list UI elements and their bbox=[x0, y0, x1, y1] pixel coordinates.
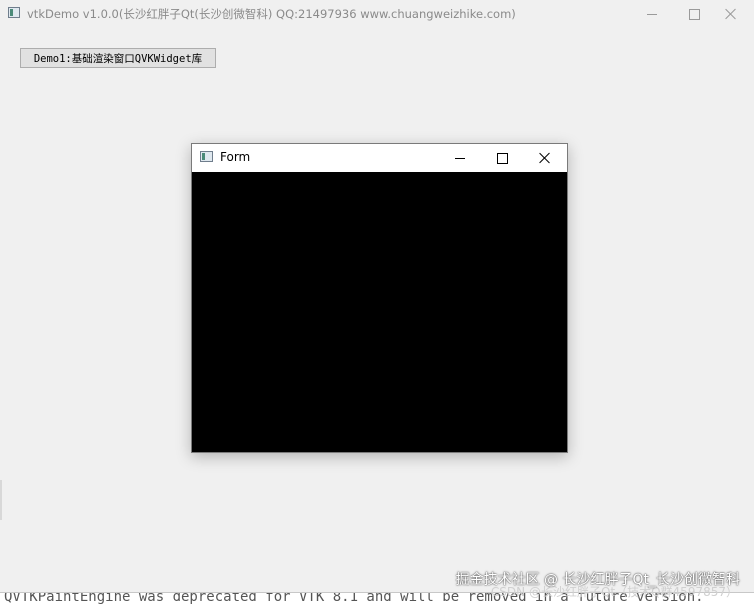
form-window[interactable]: Form bbox=[191, 143, 568, 453]
vtk-render-area[interactable] bbox=[192, 172, 567, 452]
close-button[interactable] bbox=[708, 0, 754, 28]
window-edge bbox=[0, 480, 2, 520]
maximize-icon bbox=[688, 8, 700, 20]
form-close-button[interactable] bbox=[524, 144, 566, 172]
watermark-juejin: 掘金技术社区 @ 长沙红胖子Qt_长沙创微智科 bbox=[455, 572, 740, 588]
form-maximize-button[interactable] bbox=[481, 144, 523, 172]
demo1-button[interactable]: Demo1:基础渲染窗口QVKWidget库 bbox=[20, 48, 216, 68]
minimize-button[interactable] bbox=[629, 0, 675, 28]
main-window-title: vtkDemo v1.0.0(长沙红胖子Qt(长沙创微智科) QQ:214979… bbox=[27, 7, 516, 21]
form-minimize-button[interactable] bbox=[439, 144, 481, 172]
app-window-icon bbox=[8, 7, 20, 18]
form-title: Form bbox=[220, 150, 251, 164]
main-title-bar[interactable]: vtkDemo v1.0.0(长沙红胖子Qt(长沙创微智科) QQ:214979… bbox=[0, 0, 754, 28]
minimize-icon bbox=[455, 157, 465, 159]
maximize-icon bbox=[496, 152, 508, 164]
close-icon bbox=[539, 152, 551, 164]
form-window-icon bbox=[200, 151, 213, 162]
minimize-icon bbox=[647, 13, 657, 15]
close-icon bbox=[725, 8, 737, 20]
form-title-bar[interactable]: Form bbox=[192, 144, 567, 172]
